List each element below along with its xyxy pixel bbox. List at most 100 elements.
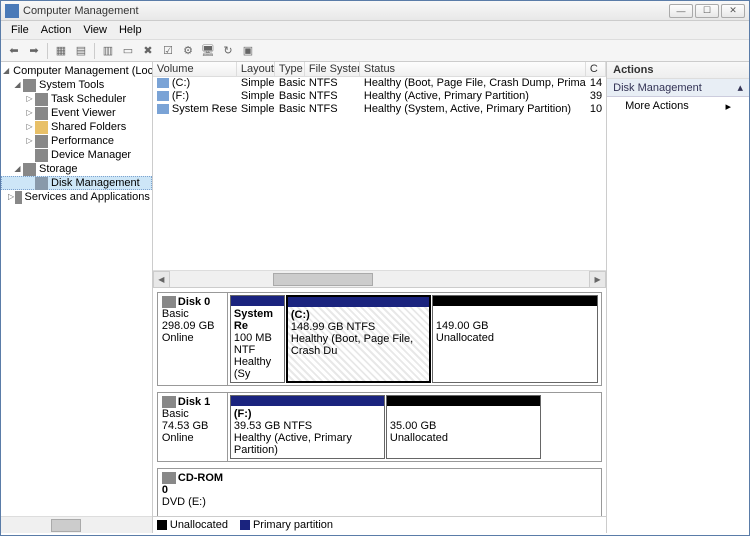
scrollbar-thumb[interactable] xyxy=(51,519,81,532)
delete-icon[interactable]: ✖ xyxy=(139,42,157,60)
tree-root[interactable]: ◢Computer Management (Local xyxy=(1,64,152,78)
tree-panel: ◢Computer Management (Local ◢ System Tool… xyxy=(1,62,153,533)
settings-icon[interactable]: ⚙ xyxy=(179,42,197,60)
folder-icon xyxy=(35,121,48,134)
volume-hscrollbar[interactable]: ◀ ▶ xyxy=(153,270,606,287)
disk-1-row: Disk 1 Basic 74.53 GB Online (F:)39.53 G… xyxy=(157,392,602,462)
partition-unallocated-1[interactable]: 35.00 GBUnallocated xyxy=(386,395,541,459)
volume-row[interactable]: (C:) Simple Basic NTFS Healthy (Boot, Pa… xyxy=(153,77,606,90)
tree-task-scheduler[interactable]: ▷ Task Scheduler xyxy=(1,92,152,106)
col-filesystem[interactable]: File System xyxy=(305,62,360,76)
volume-row[interactable]: System Reserved Simple Basic NTFS Health… xyxy=(153,103,606,116)
disk-icon xyxy=(35,177,48,190)
back-icon[interactable]: ⬅ xyxy=(5,42,23,60)
scroll-left-icon[interactable]: ◀ xyxy=(153,271,170,288)
menu-help[interactable]: Help xyxy=(113,23,148,37)
tree-storage[interactable]: ◢Storage xyxy=(1,162,152,176)
minimize-button[interactable]: — xyxy=(669,4,693,18)
refresh-icon[interactable]: ↻ xyxy=(219,42,237,60)
disk-0-partitions: System Re100 MB NTFHealthy (Sy (C:)148.9… xyxy=(228,293,601,385)
menubar: File Action View Help xyxy=(1,21,749,40)
partition-stripe xyxy=(231,296,284,306)
scrollbar-thumb[interactable] xyxy=(273,273,373,286)
vol-type: Basic xyxy=(275,77,305,90)
tree-system-tools[interactable]: ◢ System Tools xyxy=(1,78,152,92)
main-content: ◢Computer Management (Local ◢ System Tool… xyxy=(1,62,749,533)
vol-cap: 10 xyxy=(586,103,606,116)
part-size: 39.53 GB NTFS xyxy=(234,420,312,432)
part-size: 148.99 GB NTFS xyxy=(291,321,375,333)
tree-services[interactable]: ▷Services and Applications xyxy=(1,190,152,204)
tree-performance[interactable]: ▷ Performance xyxy=(1,134,152,148)
tree-label: System Tools xyxy=(39,78,104,92)
tree-device-manager[interactable]: Device Manager xyxy=(1,148,152,162)
partition-unallocated-0[interactable]: 149.00 GBUnallocated xyxy=(432,295,598,383)
collapse-icon[interactable]: ◢ xyxy=(13,165,22,174)
properties-icon[interactable]: ▤ xyxy=(72,42,90,60)
close-button[interactable]: ✕ xyxy=(721,4,745,18)
partition-f[interactable]: (F:)39.53 GB NTFSHealthy (Active, Primar… xyxy=(230,395,385,459)
vol-name: (F:) xyxy=(172,90,189,102)
collapse-icon[interactable]: ◢ xyxy=(3,67,9,76)
cdrom-icon xyxy=(162,472,176,484)
tree-label: Device Manager xyxy=(51,148,131,162)
tree-shared-folders[interactable]: ▷Shared Folders xyxy=(1,120,152,134)
expand-icon[interactable]: ▷ xyxy=(25,123,34,132)
cdrom-type: DVD (E:) xyxy=(162,496,206,508)
disk-1-info[interactable]: Disk 1 Basic 74.53 GB Online xyxy=(158,393,228,461)
disk-0-info[interactable]: Disk 0 Basic 298.09 GB Online xyxy=(158,293,228,385)
part-name: System Re xyxy=(234,308,273,332)
maximize-button[interactable]: ☐ xyxy=(695,4,719,18)
volume-row[interactable]: (F:) Simple Basic NTFS Healthy (Active, … xyxy=(153,90,606,103)
show-hide-icon[interactable]: ▥ xyxy=(99,42,117,60)
tree-event-viewer[interactable]: ▷Event Viewer xyxy=(1,106,152,120)
scroll-right-icon[interactable]: ▶ xyxy=(589,271,606,288)
submenu-arrow-icon: ▸ xyxy=(725,100,731,113)
actions-panel: Actions Disk Management ▴ More Actions ▸ xyxy=(607,62,749,533)
help-icon[interactable]: ▣ xyxy=(239,42,257,60)
col-status[interactable]: Status xyxy=(360,62,586,76)
vol-cap: 14 xyxy=(586,77,606,90)
forward-icon[interactable]: ➡ xyxy=(25,42,43,60)
partition-system-reserved[interactable]: System Re100 MB NTFHealthy (Sy xyxy=(230,295,285,383)
part-status: Healthy (Sy xyxy=(234,356,271,380)
vol-type: Basic xyxy=(275,103,305,116)
tree-disk-management[interactable]: Disk Management xyxy=(1,176,152,190)
col-volume[interactable]: Volume xyxy=(153,62,237,76)
col-capacity[interactable]: C xyxy=(586,62,606,76)
actions-section[interactable]: Disk Management ▴ xyxy=(607,79,749,97)
computer-icon[interactable]: 🖥 xyxy=(199,42,217,60)
tree-label: Performance xyxy=(51,134,114,148)
expand-icon[interactable]: ▷ xyxy=(25,137,34,146)
menu-file[interactable]: File xyxy=(5,23,35,37)
menu-action[interactable]: Action xyxy=(35,23,78,37)
expand-icon[interactable]: ▷ xyxy=(25,95,34,104)
window-buttons: — ☐ ✕ xyxy=(669,4,745,18)
volume-list: (C:) Simple Basic NTFS Healthy (Boot, Pa… xyxy=(153,77,606,270)
col-layout[interactable]: Layout xyxy=(237,62,275,76)
list-icon[interactable]: ▭ xyxy=(119,42,137,60)
checkbox-icon[interactable]: ☑ xyxy=(159,42,177,60)
cdrom-info[interactable]: CD-ROM 0 DVD (E:) No Media xyxy=(158,469,228,516)
expand-icon[interactable]: ▷ xyxy=(8,193,14,202)
actions-header: Actions xyxy=(607,62,749,79)
vol-fs: NTFS xyxy=(305,103,360,116)
part-name: (C:) xyxy=(291,309,310,321)
tree-label: Task Scheduler xyxy=(51,92,126,106)
expand-icon[interactable]: ▷ xyxy=(25,109,34,118)
col-type[interactable]: Type xyxy=(275,62,305,76)
up-icon[interactable]: ▦ xyxy=(52,42,70,60)
menu-view[interactable]: View xyxy=(77,23,113,37)
part-name: (F:) xyxy=(234,408,252,420)
vol-layout: Simple xyxy=(237,77,275,90)
partition-c[interactable]: (C:)148.99 GB NTFSHealthy (Boot, Page Fi… xyxy=(286,295,431,383)
partition-stripe xyxy=(288,297,429,307)
collapse-icon[interactable]: ◢ xyxy=(13,81,22,90)
more-actions-item[interactable]: More Actions ▸ xyxy=(607,97,749,116)
legend: Unallocated Primary partition xyxy=(153,516,606,533)
disk-title: Disk 1 xyxy=(178,396,210,408)
vol-cap: 39 xyxy=(586,90,606,103)
part-size: 35.00 GB xyxy=(390,420,436,432)
vol-status: Healthy (Active, Primary Partition) xyxy=(360,90,586,103)
tree-hscrollbar[interactable] xyxy=(1,516,152,533)
